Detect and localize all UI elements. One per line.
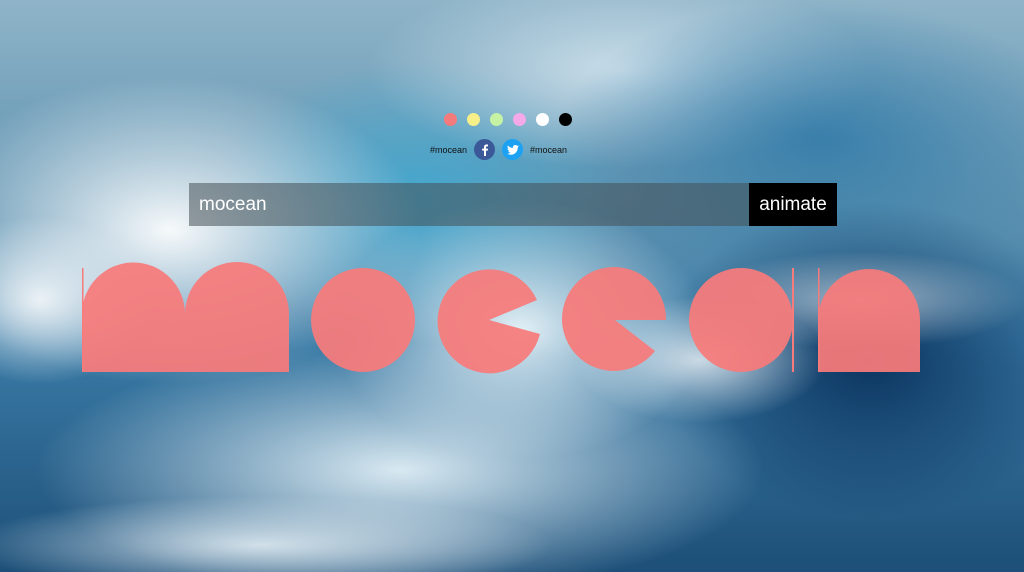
color-swatch-pink[interactable]	[513, 113, 526, 126]
letter-a-stem	[792, 268, 794, 372]
hashtag-right[interactable]: #mocean	[530, 145, 567, 155]
facebook-share-button[interactable]	[474, 139, 496, 160]
facebook-icon	[481, 144, 488, 156]
color-swatch-white[interactable]	[536, 113, 549, 126]
letter-n-stroke	[818, 268, 820, 372]
color-swatch-yellow[interactable]	[467, 113, 480, 126]
letter-e	[562, 267, 667, 372]
mocean-wordmark	[82, 262, 920, 374]
twitter-icon	[506, 144, 519, 155]
text-entry-bar: animate	[189, 183, 837, 226]
letter-o	[311, 268, 415, 372]
color-swatch-black[interactable]	[559, 113, 572, 126]
color-swatches	[444, 113, 572, 126]
letter-n	[818, 269, 920, 372]
twitter-share-button[interactable]	[502, 139, 524, 160]
text-input[interactable]	[189, 183, 749, 226]
letter-c	[437, 269, 540, 374]
animate-button[interactable]: animate	[749, 183, 837, 226]
letter-a	[689, 268, 793, 372]
color-swatch-light-green[interactable]	[490, 113, 503, 126]
letter-m-stroke	[82, 268, 84, 372]
letter-m	[82, 262, 289, 372]
hashtag-left[interactable]: #mocean	[430, 145, 467, 155]
share-row: #mocean #mocean	[430, 139, 567, 160]
color-swatch-salmon[interactable]	[444, 113, 457, 126]
